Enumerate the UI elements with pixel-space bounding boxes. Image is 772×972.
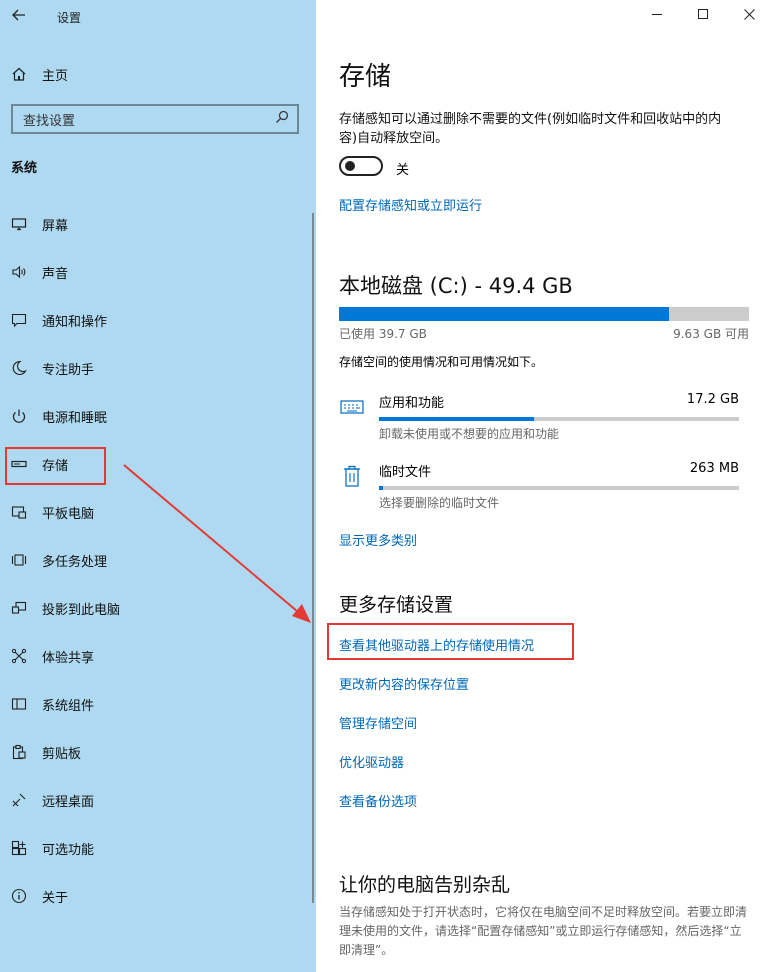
tablet-icon [10,503,28,521]
minimize-button[interactable] [634,0,680,32]
sidebar-item-notifications[interactable]: 通知和操作 [0,296,316,344]
sidebar-titlebar: 设置 [0,0,316,34]
show-more-categories-link[interactable]: 显示更多类别 [339,530,417,549]
sidebar-item-remote-desktop[interactable]: 远程桌面 [0,776,316,824]
sidebar-item-label: 投影到此电脑 [42,602,121,618]
sidebar: 设置 主页 查找设置 系统 屏幕 声音 通知和操作 专注助手 电源和睡眠 存储 … [0,0,316,972]
configure-storage-sense-link[interactable]: 配置存储感知或立即运行 [339,195,482,214]
app-title: 设置 [57,11,82,25]
back-arrow-icon [12,8,26,26]
close-button[interactable] [726,0,772,32]
project-icon [10,599,28,617]
category-size: 17.2 GB [686,392,739,407]
power-icon [10,407,28,425]
sidebar-item-focus-assist[interactable]: 专注助手 [0,344,316,392]
highlight-box-other-drives [327,623,574,660]
section-title-system: 系统 [11,161,38,176]
monitor-icon [10,215,28,233]
storage-sense-toggle[interactable] [339,156,383,176]
home-label: 主页 [42,68,69,84]
toggle-state-label: 关 [396,163,410,178]
sidebar-item-label: 体验共享 [42,650,95,666]
disk-used-label: 已使用 39.7 GB [339,327,427,341]
disk-summary: 存储空间的使用情况和可用情况如下。 [339,355,544,369]
storage-sense-description: 存储感知可以通过删除不需要的文件(例如临时文件和回收站中的内容)自动释放空间。 [339,112,722,146]
highlight-box-storage [5,447,106,485]
sidebar-item-label: 平板电脑 [42,506,95,522]
sidebar-item-label: 电源和睡眠 [42,410,108,426]
sidebar-item-label: 多任务处理 [42,554,108,570]
backup-options-link[interactable]: 查看备份选项 [339,791,417,810]
sidebar-item-label: 声音 [42,266,69,282]
sidebar-item-clipboard[interactable]: 剪贴板 [0,728,316,776]
category-bar [379,417,739,421]
clipboard-icon [10,743,28,761]
message-icon [10,311,28,329]
sidebar-item-label: 通知和操作 [42,314,108,330]
trash-icon [339,463,365,489]
sidebar-item-label: 屏幕 [42,218,69,234]
category-apps[interactable]: 应用和功能 17.2 GB 卸载未使用或不想要的应用和功能 [339,390,749,442]
sidebar-item-multitasking[interactable]: 多任务处理 [0,536,316,584]
sidebar-scrollbar[interactable] [312,213,314,903]
sidebar-item-sound[interactable]: 声音 [0,248,316,296]
search-placeholder: 查找设置 [23,113,76,129]
category-name: 应用和功能 [379,396,445,411]
sidebar-item-label: 可选功能 [42,842,95,858]
search-input[interactable]: 查找设置 [11,104,299,134]
category-bar-fill [379,417,534,421]
close-icon [743,8,755,24]
speaker-icon [10,263,28,281]
sidebar-item-optional-features[interactable]: 可选功能 [0,824,316,872]
change-save-location-link[interactable]: 更改新内容的保存位置 [339,674,469,693]
sidebar-item-power[interactable]: 电源和睡眠 [0,392,316,440]
minimize-icon [651,9,663,24]
category-desc: 选择要删除的临时文件 [379,496,500,510]
category-desc: 卸载未使用或不想要的应用和功能 [379,427,560,441]
sidebar-item-shared-experiences[interactable]: 体验共享 [0,632,316,680]
multitask-icon [10,551,28,569]
disk-free-label: 9.63 GB 可用 [673,327,749,341]
category-name: 临时文件 [379,465,432,480]
sidebar-item-tablet[interactable]: 平板电脑 [0,488,316,536]
sidebar-item-label: 剪贴板 [42,746,82,762]
info-icon [10,887,28,905]
sidebar-item-project[interactable]: 投影到此电脑 [0,584,316,632]
toggle-knob [345,161,355,171]
components-icon [10,695,28,713]
sidebar-item-system-components[interactable]: 系统组件 [0,680,316,728]
sidebar-item-label: 专注助手 [42,362,95,378]
manage-storage-spaces-link[interactable]: 管理存储空间 [339,713,417,732]
sidebar-nav-list: 屏幕 声音 通知和操作 专注助手 电源和睡眠 存储 平板电脑 多任务处理 投影到… [0,200,316,920]
disk-title: 本地磁盘 (C:) - 49.4 GB [339,274,573,298]
more-storage-settings-title: 更多存储设置 [339,594,454,616]
category-bar-fill [379,486,383,490]
category-size: 263 MB [689,461,739,476]
sidebar-item-home[interactable]: 主页 [0,56,316,92]
share-icon [10,647,28,665]
optional-features-icon [10,839,28,857]
back-button[interactable] [4,2,34,32]
moon-icon [10,359,28,377]
maximize-icon [697,8,709,24]
search-icon[interactable] [275,110,289,128]
maximize-button[interactable] [680,0,726,32]
sidebar-item-label: 远程桌面 [42,794,95,810]
page-title: 存储 [339,62,392,92]
home-icon [10,65,28,83]
declutter-title: 让你的电脑告别杂乱 [339,874,511,896]
window-controls [634,0,772,32]
category-temp-files[interactable]: 临时文件 263 MB 选择要删除的临时文件 [339,459,749,511]
disk-usage-bar [339,307,749,321]
declutter-description: 当存储感知处于打开状态时，它将仅在电脑空间不足时释放空间。若要立即清理未使用的文… [339,905,748,957]
sidebar-item-label: 关于 [42,890,69,906]
sidebar-item-about[interactable]: 关于 [0,872,316,920]
remote-icon [10,791,28,809]
disk-usage-fill [339,307,669,321]
optimize-drives-link[interactable]: 优化驱动器 [339,752,404,771]
keyboard-icon [339,394,365,420]
sidebar-item-display[interactable]: 屏幕 [0,200,316,248]
category-bar [379,486,739,490]
sidebar-item-label: 系统组件 [42,698,95,714]
